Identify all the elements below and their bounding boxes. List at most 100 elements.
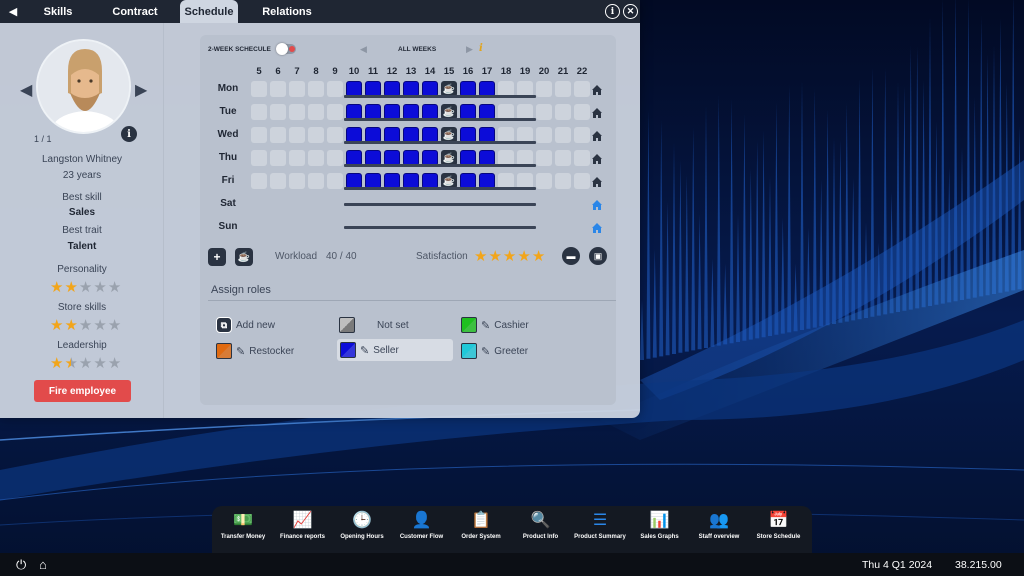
tab-relations[interactable]: Relations: [238, 0, 336, 23]
house-icon[interactable]: [591, 152, 603, 164]
role-seller[interactable]: ✎ Seller: [337, 339, 453, 361]
edit-pencil-icon[interactable]: ✎: [236, 345, 245, 358]
schedule-slot[interactable]: [574, 173, 590, 189]
info-icon[interactable]: i: [605, 4, 620, 19]
schedule-slot[interactable]: [536, 127, 552, 143]
schedule-slot[interactable]: [327, 173, 343, 189]
schedule-slot[interactable]: [536, 104, 552, 120]
shift-range-bar[interactable]: [344, 164, 536, 167]
schedule-slot[interactable]: [270, 173, 286, 189]
previous-employee-icon[interactable]: ◀: [20, 80, 32, 100]
schedule-slot[interactable]: [574, 127, 590, 143]
fire-employee-button[interactable]: Fire employee: [34, 380, 131, 402]
shift-range-bar[interactable]: [344, 203, 536, 206]
shift-range-bar[interactable]: [344, 187, 536, 190]
schedule-slot[interactable]: [536, 150, 552, 166]
store-skills-rating: ★ ★ ★ ★ ★: [50, 318, 121, 333]
toolbar-staff-overview-button[interactable]: 👥 Staff overview: [689, 509, 749, 541]
schedule-slot[interactable]: [251, 81, 267, 97]
toolbar-product-info-button[interactable]: 🔍 Product Info: [511, 509, 571, 541]
schedule-slot[interactable]: [555, 104, 571, 120]
schedule-slot[interactable]: [270, 104, 286, 120]
back-icon[interactable]: ◀: [0, 0, 26, 23]
schedule-slot[interactable]: [289, 104, 305, 120]
schedule-slot[interactable]: [289, 81, 305, 97]
shift-range-bar[interactable]: [344, 226, 536, 229]
schedule-slot[interactable]: [251, 173, 267, 189]
save-schedule-icon[interactable]: ▣: [589, 247, 607, 265]
status-bar: ⏻ ⌂ Thu 4 Q1 2024 38.215.00: [0, 553, 1024, 576]
toolbar-product-summary-button[interactable]: ☰ Product Summary: [570, 509, 630, 541]
previous-week-icon[interactable]: ◀: [360, 44, 367, 55]
role-add-new[interactable]: ⧉ Add new: [216, 314, 275, 336]
house-icon[interactable]: [591, 129, 603, 141]
schedule-slot[interactable]: [574, 150, 590, 166]
house-icon[interactable]: [591, 175, 603, 187]
schedule-slot[interactable]: [555, 173, 571, 189]
schedule-slot[interactable]: [536, 173, 552, 189]
load-schedule-folder-icon[interactable]: ▬: [562, 247, 580, 265]
tab-contract[interactable]: Contract: [90, 0, 180, 23]
schedule-slot[interactable]: [555, 81, 571, 97]
shift-range-bar[interactable]: [344, 95, 536, 98]
schedule-slot[interactable]: [289, 127, 305, 143]
schedule-slot[interactable]: [251, 150, 267, 166]
schedule-slot[interactable]: [308, 81, 324, 97]
schedule-slot[interactable]: [536, 81, 552, 97]
schedule-slot[interactable]: [251, 127, 267, 143]
employee-info-icon[interactable]: i: [121, 126, 137, 142]
warning-info-icon[interactable]: i: [479, 43, 483, 54]
day-off-house-icon[interactable]: [591, 221, 603, 233]
schedule-slot[interactable]: [270, 127, 286, 143]
toolbar-customer-flow-button[interactable]: 👤 Customer Flow: [392, 509, 452, 541]
close-icon[interactable]: ✕: [623, 4, 638, 19]
power-icon[interactable]: ⏻: [16, 557, 26, 573]
two-week-toggle[interactable]: [276, 43, 296, 55]
role-not-set[interactable]: Not set: [339, 314, 409, 336]
home-icon[interactable]: ⌂: [39, 557, 47, 572]
edit-pencil-icon[interactable]: ✎: [481, 319, 490, 332]
role-greeter[interactable]: ✎ Greeter: [461, 340, 528, 362]
schedule-slot[interactable]: [270, 81, 286, 97]
house-icon[interactable]: [591, 83, 603, 95]
schedule-slot[interactable]: [251, 104, 267, 120]
schedule-slot[interactable]: [327, 104, 343, 120]
add-break-button[interactable]: ☕: [235, 248, 253, 266]
toolbar-label: Product Summary: [574, 534, 626, 540]
toolbar-store-schedule-button[interactable]: 📅 Store Schedule: [749, 509, 809, 541]
role-restocker[interactable]: ✎ Restocker: [216, 340, 294, 362]
toolbar-order-system-button[interactable]: 📋 Order System: [451, 509, 511, 541]
schedule-slot[interactable]: [555, 150, 571, 166]
schedule-slot[interactable]: [289, 150, 305, 166]
schedule-slot[interactable]: [270, 150, 286, 166]
toolbar-opening-hours-button[interactable]: 🕒 Opening Hours: [332, 509, 392, 541]
role-cashier[interactable]: ✎ Cashier: [461, 314, 529, 336]
schedule-slot[interactable]: [308, 104, 324, 120]
shift-range-bar[interactable]: [344, 118, 536, 121]
tab-schedule[interactable]: Schedule: [180, 0, 238, 23]
toolbar-sales-graphs-button[interactable]: 📊 Sales Graphs: [630, 509, 690, 541]
schedule-slot[interactable]: [308, 127, 324, 143]
tab-skills[interactable]: Skills: [26, 0, 90, 23]
schedule-slot[interactable]: [327, 81, 343, 97]
house-icon[interactable]: [591, 106, 603, 118]
shift-range-bar[interactable]: [344, 141, 536, 144]
satisfaction-label: Satisfaction: [416, 251, 468, 262]
schedule-slot[interactable]: [308, 150, 324, 166]
schedule-slot[interactable]: [574, 104, 590, 120]
next-employee-icon[interactable]: ▶: [135, 80, 147, 100]
schedule-slot[interactable]: [327, 150, 343, 166]
schedule-slot[interactable]: [555, 127, 571, 143]
edit-pencil-icon[interactable]: ✎: [360, 344, 369, 357]
schedule-slot[interactable]: [327, 127, 343, 143]
toolbar-transfer-money-button[interactable]: 💵 Transfer Money: [213, 509, 273, 541]
schedule-slot[interactable]: [574, 81, 590, 97]
next-week-icon[interactable]: ▶: [466, 44, 473, 55]
add-shift-button[interactable]: +: [208, 248, 226, 266]
edit-pencil-icon[interactable]: ✎: [481, 345, 490, 358]
role-swatch: [340, 342, 356, 358]
toolbar-finance-reports-button[interactable]: 📈 Finance reports: [273, 509, 333, 541]
schedule-slot[interactable]: [308, 173, 324, 189]
schedule-slot[interactable]: [289, 173, 305, 189]
day-off-house-icon[interactable]: [591, 198, 603, 210]
